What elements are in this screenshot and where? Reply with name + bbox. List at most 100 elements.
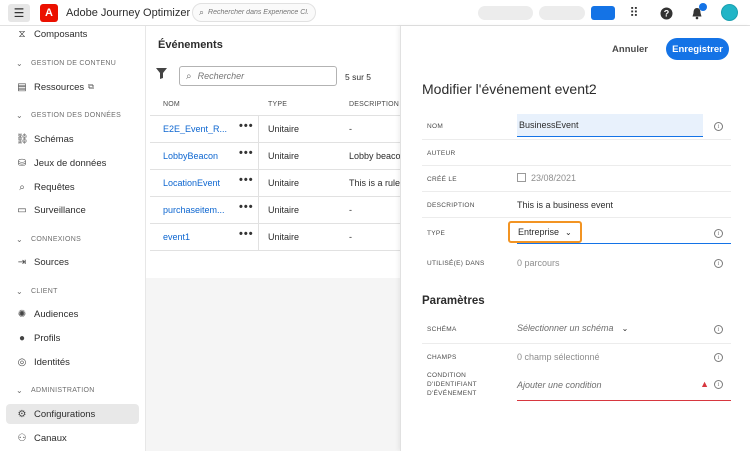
sources-icon: ⇥ bbox=[17, 256, 27, 268]
help-icon[interactable]: ? bbox=[657, 4, 675, 22]
event-description: - bbox=[349, 124, 352, 134]
events-search[interactable]: ⌕ bbox=[179, 66, 337, 86]
field-event-id-condition: CONDITION D'IDENTIFIANT D'ÉVÉNEMENT Ajou… bbox=[422, 369, 731, 403]
event-type: Unitaire bbox=[268, 178, 300, 188]
adobe-logo[interactable]: A bbox=[40, 4, 58, 22]
table-row[interactable]: E2E_Event_R... ••• Unitaire - bbox=[150, 116, 400, 143]
table-row[interactable]: purchaseitem... ••• Unitaire - bbox=[150, 197, 400, 224]
global-search-input[interactable] bbox=[208, 9, 309, 16]
event-name-link[interactable]: purchaseitem... bbox=[163, 205, 241, 215]
field-fields: CHAMPS 0 champ sélectionné i bbox=[422, 344, 731, 369]
sidebar-item-schemas[interactable]: ⛓ Schémas bbox=[6, 129, 139, 149]
sandbox-switcher[interactable] bbox=[539, 6, 585, 20]
sidebar-item-jeux-de-donnees[interactable]: ⛁ Jeux de données bbox=[6, 153, 139, 173]
assets-icon: ▤ bbox=[17, 81, 27, 93]
events-search-input[interactable] bbox=[197, 71, 318, 81]
journey-count: 0 parcours bbox=[517, 258, 560, 268]
more-actions-icon[interactable]: ••• bbox=[239, 201, 254, 213]
schema-icon: ⛓ bbox=[16, 133, 29, 145]
selected-fields[interactable]: 0 champ sélectionné bbox=[517, 352, 600, 362]
field-label: TYPE bbox=[427, 230, 446, 237]
column-header-description[interactable]: DESCRIPTION bbox=[349, 101, 399, 108]
search-icon: ⌕ bbox=[199, 7, 205, 17]
sidebar-item-canaux[interactable]: ⚇ Canaux bbox=[6, 428, 139, 448]
schema-select[interactable]: Sélectionner un schéma ⌄ bbox=[517, 323, 628, 333]
field-label: SCHÉMA bbox=[427, 326, 457, 333]
more-actions-icon[interactable]: ••• bbox=[239, 174, 254, 186]
column-header-type[interactable]: TYPE bbox=[268, 101, 287, 108]
name-field[interactable] bbox=[517, 114, 703, 137]
app-title[interactable]: Adobe Journey Optimizer bbox=[66, 7, 190, 19]
field-label: CONDITION D'IDENTIFIANT D'ÉVÉNEMENT bbox=[427, 372, 477, 397]
event-name-link[interactable]: LobbyBeacon bbox=[163, 151, 241, 161]
warning-icon: ▲ bbox=[700, 379, 709, 389]
avatar[interactable] bbox=[721, 4, 738, 21]
event-description: Lobby beacon bbox=[349, 151, 400, 161]
chevron-down-icon: ⌄ bbox=[16, 110, 24, 120]
column-header-name[interactable]: NOM bbox=[163, 101, 180, 108]
event-description: This is a rule-b bbox=[349, 178, 400, 188]
page-title: Modifier l'événement event2 bbox=[422, 81, 597, 97]
event-name-link[interactable]: LocationEvent bbox=[163, 178, 241, 188]
sidebar-item-configurations[interactable]: ⚙ Configurations bbox=[6, 404, 139, 424]
svg-text:?: ? bbox=[663, 8, 669, 18]
divider bbox=[258, 143, 259, 169]
table-row[interactable]: LocationEvent ••• Unitaire This is a rul… bbox=[150, 170, 400, 197]
sidebar-item-composants[interactable]: ⧖ Composants bbox=[6, 24, 139, 44]
info-icon[interactable]: i bbox=[714, 380, 723, 389]
info-icon[interactable]: i bbox=[714, 353, 723, 362]
section-gestion-donnees[interactable]: ⌄ GESTION DES DONNÉES bbox=[16, 108, 121, 122]
field-label: DESCRIPTION bbox=[427, 202, 475, 209]
section-connexions[interactable]: ⌄ CONNEXIONS bbox=[16, 232, 81, 246]
cancel-button[interactable]: Annuler bbox=[604, 39, 656, 59]
chevron-down-icon: ⌄ bbox=[621, 324, 629, 333]
sidebar-item-ressources[interactable]: ▤ Ressources ⧉ bbox=[6, 77, 139, 97]
sidebar-item-profils[interactable]: ● Profils bbox=[6, 328, 139, 348]
more-actions-icon[interactable]: ••• bbox=[239, 228, 254, 240]
info-icon[interactable]: i bbox=[714, 325, 723, 334]
apps-grid-icon[interactable]: ⠿ bbox=[625, 4, 643, 22]
org-switcher[interactable] bbox=[478, 6, 533, 20]
hamburger-menu-icon[interactable]: ☰ bbox=[8, 4, 30, 22]
sidebar-item-surveillance[interactable]: ▭ Surveillance bbox=[6, 200, 139, 220]
filter-icon[interactable] bbox=[156, 68, 167, 82]
sidebar-item-identites[interactable]: ◎ Identités bbox=[6, 352, 139, 372]
created-date: 23/08/2021 bbox=[517, 173, 576, 183]
event-name-link[interactable]: E2E_Event_R... bbox=[163, 124, 241, 134]
event-type: Unitaire bbox=[268, 232, 300, 242]
info-icon[interactable]: i bbox=[714, 229, 723, 238]
section-administration[interactable]: ⌄ ADMINISTRATION bbox=[16, 383, 95, 397]
configurations-icon: ⚙ bbox=[17, 408, 27, 420]
event-description: - bbox=[349, 205, 352, 215]
save-button[interactable]: Enregistrer bbox=[666, 38, 729, 60]
sidebar-item-requetes[interactable]: ⌕ Requêtes bbox=[6, 177, 139, 197]
sidebar-item-sources[interactable]: ⇥ Sources bbox=[6, 252, 139, 272]
field-name: NOM i bbox=[422, 113, 731, 140]
field-description: DESCRIPTION This is a business event bbox=[422, 192, 731, 218]
calendar-icon bbox=[517, 173, 526, 182]
datasets-icon: ⛁ bbox=[17, 157, 27, 169]
table-row[interactable]: event1 ••• Unitaire - bbox=[150, 224, 400, 251]
more-actions-icon[interactable]: ••• bbox=[239, 147, 254, 159]
table-row[interactable]: LobbyBeacon ••• Unitaire Lobby beacon bbox=[150, 143, 400, 170]
chevron-down-icon: ⌄ bbox=[16, 234, 24, 244]
event-description: - bbox=[349, 232, 352, 242]
global-search[interactable]: ⌕ bbox=[192, 3, 316, 22]
divider bbox=[258, 197, 259, 223]
sidebar-item-audiences[interactable]: ✺ Audiences bbox=[6, 304, 139, 324]
divider bbox=[517, 243, 731, 244]
notification-dot bbox=[699, 3, 707, 11]
info-icon[interactable]: i bbox=[714, 259, 723, 268]
info-icon[interactable]: i bbox=[714, 122, 723, 131]
events-list-panel: Événements ⌕ 5 sur 5 NOM TYPE DESCRIPTIO… bbox=[146, 26, 400, 451]
more-actions-icon[interactable]: ••• bbox=[239, 120, 254, 132]
type-dropdown[interactable]: Entreprise ⌄ bbox=[508, 221, 582, 243]
top-bar: ☰ A Adobe Journey Optimizer ⌕ ⠿ ? bbox=[0, 0, 750, 26]
field-schema: SCHÉMA Sélectionner un schéma ⌄ i bbox=[422, 316, 731, 344]
environment-badge[interactable] bbox=[591, 6, 615, 20]
event-name-link[interactable]: event1 bbox=[163, 232, 241, 242]
section-gestion-contenu[interactable]: ⌄ GESTION DE CONTENU bbox=[16, 56, 116, 70]
section-client[interactable]: ⌄ CLIENT bbox=[16, 284, 58, 298]
chevron-down-icon: ⌄ bbox=[16, 286, 24, 296]
add-condition-link[interactable]: Ajouter une condition bbox=[517, 380, 602, 390]
